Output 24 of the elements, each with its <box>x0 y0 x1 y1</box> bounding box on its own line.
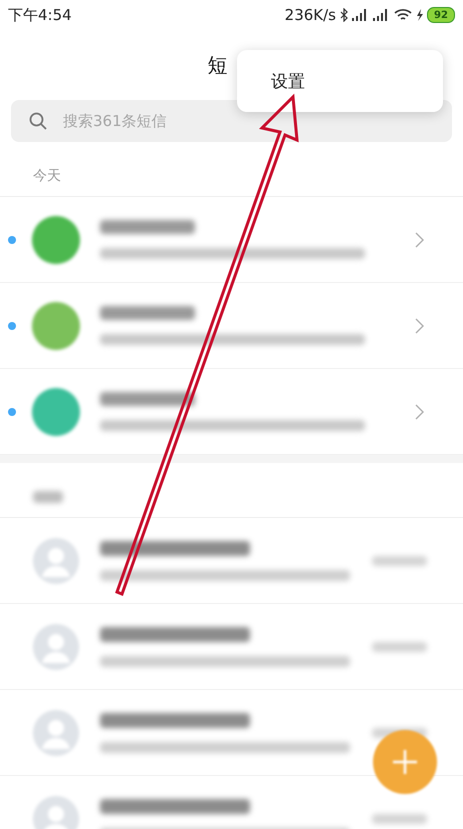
avatar-icon <box>32 536 80 584</box>
compose-button[interactable] <box>373 730 437 794</box>
search-icon <box>29 112 47 130</box>
section-label: 今天 <box>33 167 61 185</box>
blurred-text <box>372 642 427 652</box>
signal-icon <box>373 9 390 21</box>
status-time: 下午4:54 <box>8 6 72 24</box>
blurred-text <box>372 556 427 566</box>
signal-icon <box>352 9 369 21</box>
charging-icon <box>416 9 423 21</box>
plus-icon <box>392 749 418 775</box>
avatar-icon <box>32 622 80 670</box>
blurred-text <box>372 814 427 824</box>
network-speed: 236K/s <box>284 6 336 24</box>
bluetooth-icon <box>340 8 348 22</box>
wifi-icon <box>394 8 412 22</box>
blurred-text <box>33 491 63 503</box>
chevron-icon <box>415 318 425 334</box>
page-title: 短 <box>208 52 228 78</box>
chevron-icon <box>415 404 425 420</box>
avatar-icon <box>32 708 80 756</box>
battery-level: 92 <box>427 7 455 23</box>
menu-item[interactable]: 设置 <box>237 70 305 92</box>
chevron-icon <box>415 232 425 248</box>
